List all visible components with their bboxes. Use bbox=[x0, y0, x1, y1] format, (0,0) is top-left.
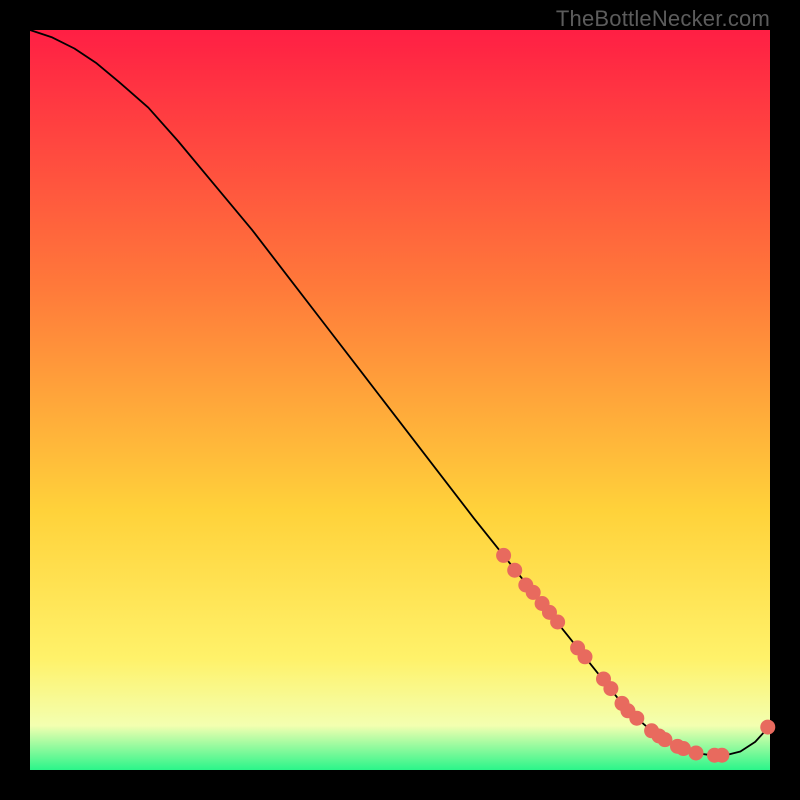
highlight-dot bbox=[689, 745, 704, 760]
plot-area bbox=[30, 30, 770, 770]
highlight-dot bbox=[578, 649, 593, 664]
chart-overlay bbox=[30, 30, 770, 770]
highlight-dot bbox=[550, 615, 565, 630]
chart-container: TheBottleNecker.com bbox=[0, 0, 800, 800]
highlight-dots bbox=[496, 548, 775, 763]
highlight-dot bbox=[603, 681, 618, 696]
highlight-dot bbox=[760, 720, 775, 735]
highlight-dot bbox=[507, 563, 522, 578]
bottleneck-curve bbox=[30, 30, 770, 755]
highlight-dot bbox=[714, 748, 729, 763]
highlight-dot bbox=[629, 711, 644, 726]
highlight-dot bbox=[496, 548, 511, 563]
watermark-text: TheBottleNecker.com bbox=[556, 6, 770, 32]
